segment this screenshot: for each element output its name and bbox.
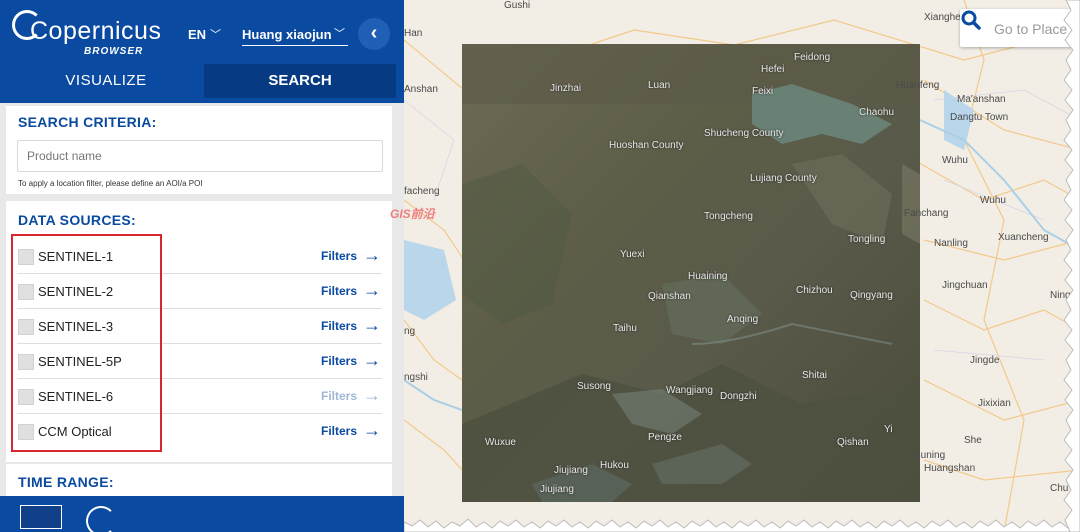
arrow-right-icon: → <box>363 385 381 405</box>
map-label: She <box>964 435 982 446</box>
side-panel: Copernicus BROWSER EN ﹀ Huang xiaojun ﹀ … <box>0 0 404 532</box>
imagery-label: Jiujiang <box>540 484 574 495</box>
imagery-label: Tongling <box>848 234 886 245</box>
imagery-label: Yuexi <box>620 249 645 260</box>
imagery-label: Wuxue <box>485 437 516 448</box>
imagery-label: Taihu <box>613 323 637 334</box>
map-label: Han <box>404 28 423 39</box>
imagery-label: Huaining <box>688 271 728 282</box>
imagery-label: Wangjiang <box>666 385 713 396</box>
aoi-hint-text: To apply a location filter, please defin… <box>18 179 203 188</box>
imagery-label: Susong <box>577 381 611 392</box>
watermark-text: GIS前沿 <box>390 207 435 221</box>
logo-wordmark: Copernicus <box>30 17 162 45</box>
arrow-right-icon[interactable]: → <box>363 280 381 301</box>
map-view[interactable]: Gushi Xianghe Han Anshan Huanfeng Ma'ans… <box>404 0 1080 532</box>
filters-link-disabled: Filters <box>321 389 358 403</box>
filters-link[interactable]: Filters <box>321 354 357 368</box>
map-label: Xianghe <box>924 12 961 23</box>
search-criteria-title: SEARCH CRITERIA: <box>18 114 157 130</box>
chevron-down-icon[interactable]: ﹀ <box>210 26 221 42</box>
arrow-right-icon[interactable]: → <box>363 350 381 371</box>
filters-link[interactable]: Filters <box>321 424 357 438</box>
user-menu[interactable]: Huang xiaojun <box>242 27 348 46</box>
search-criteria-section: SEARCH CRITERIA: To apply a location fil… <box>6 106 392 194</box>
logo-subtitle: BROWSER <box>84 46 144 57</box>
imagery-label: Qingyang <box>850 290 893 301</box>
tab-search[interactable]: SEARCH <box>204 64 396 98</box>
place-search-box[interactable]: Go to Place <box>960 9 1074 47</box>
imagery-label: Hukou <box>600 460 629 471</box>
map-label: Fanchang <box>904 208 949 219</box>
map-label: Wuhu <box>942 155 968 166</box>
arrow-right-icon[interactable]: → <box>363 420 381 441</box>
imagery-label: Yi <box>884 424 893 435</box>
filters-link[interactable]: Filters <box>321 284 357 298</box>
collapse-panel-button[interactable]: ‹ <box>358 18 390 50</box>
imagery-label: Qishan <box>837 437 869 448</box>
imagery-label: Chizhou <box>796 285 833 296</box>
imagery-label: Shucheng County <box>704 128 784 139</box>
arrow-right-icon[interactable]: → <box>363 315 381 336</box>
data-sources-title: DATA SOURCES: <box>18 212 136 228</box>
filters-link[interactable]: Filters <box>321 319 357 333</box>
search-icon[interactable] <box>960 9 982 31</box>
map-label: Nanling <box>934 238 968 249</box>
map-label: Jingchuan <box>942 280 988 291</box>
imagery-label: Jiujiang <box>554 465 588 476</box>
torn-edge-decoration <box>1063 0 1080 532</box>
torn-edge-decoration <box>404 518 1080 532</box>
imagery-label: Tongcheng <box>704 211 753 222</box>
imagery-label: Jinzhai <box>550 83 582 94</box>
imagery-label: Shitai <box>802 370 828 381</box>
imagery-label: Feidong <box>794 52 831 63</box>
map-label: Huanfeng <box>896 80 940 91</box>
map-label: Huangshan <box>924 463 976 474</box>
copernicus-footer-logo-icon <box>86 506 116 532</box>
map-label: Jingde <box>970 355 1000 366</box>
filters-link[interactable]: Filters <box>321 249 357 263</box>
product-name-input[interactable] <box>17 140 383 172</box>
map-label: Jixixian <box>978 398 1011 409</box>
imagery-label: Qianshan <box>648 291 691 302</box>
imagery-label: Pengze <box>648 432 682 443</box>
imagery-label: Lujiang County <box>750 173 817 184</box>
imagery-label: Dongzhi <box>720 391 757 402</box>
imagery-label: Feixi <box>752 86 774 97</box>
map-label: Xuning <box>914 450 946 461</box>
map-label: Wuhu <box>980 195 1006 206</box>
app-window: Copernicus BROWSER EN ﹀ Huang xiaojun ﹀ … <box>0 0 1080 532</box>
arrow-right-icon[interactable]: → <box>363 245 381 266</box>
panel-header: Copernicus BROWSER EN ﹀ Huang xiaojun ﹀ … <box>0 0 404 103</box>
imagery-label: Luan <box>648 80 671 91</box>
imagery-label: Chaohu <box>859 107 895 118</box>
map-label: Gushi <box>504 0 531 11</box>
map-label: Xuancheng <box>998 232 1049 243</box>
annotation-highlight-box <box>11 234 162 452</box>
tab-visualize[interactable]: VISUALIZE <box>8 64 204 98</box>
map-label: Ma'anshan <box>957 94 1006 105</box>
main-tabs: VISUALIZE SEARCH <box>0 64 404 98</box>
language-selector[interactable]: EN <box>188 27 206 42</box>
chevron-down-icon[interactable]: ﹀ <box>334 25 345 41</box>
map-label: ng <box>404 326 416 337</box>
map-label: Anshan <box>404 84 438 95</box>
eu-flag-icon <box>20 505 62 529</box>
time-range-title: TIME RANGE: <box>18 474 114 490</box>
imagery-label: Huoshan County <box>609 140 684 151</box>
imagery-label: Anqing <box>727 314 759 325</box>
map-label: facheng <box>404 186 440 197</box>
copernicus-logo[interactable]: Copernicus BROWSER <box>10 8 161 60</box>
map-label: Dangtu Town <box>950 112 1009 123</box>
imagery-label: Hefei <box>761 64 785 75</box>
place-search-input[interactable]: Go to Place <box>994 21 1067 37</box>
map-label: ngshi <box>404 372 428 383</box>
